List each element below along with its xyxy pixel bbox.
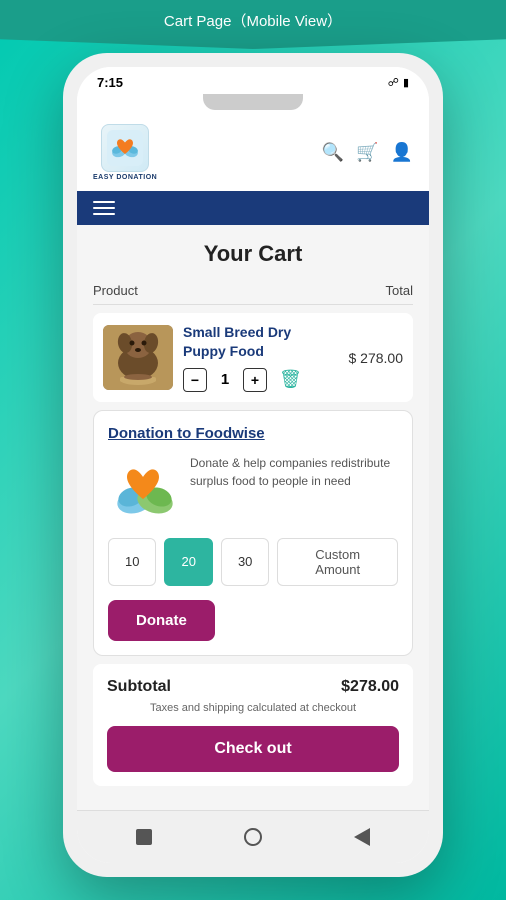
nav-home-button[interactable]: [239, 823, 267, 851]
product-name: Small Breed Dry Puppy Food: [183, 323, 339, 359]
brand-name: EASY DONATION: [93, 174, 157, 181]
donation-title: Donation to Foodwise: [108, 425, 398, 442]
custom-amount-button[interactable]: Custom Amount: [277, 538, 398, 586]
donation-card: Donation to Foodwise: [93, 410, 413, 656]
donate-button[interactable]: Donate: [108, 600, 215, 641]
phone-screen: 7:15 ☍ ▮: [77, 67, 429, 862]
product-image: [103, 325, 173, 390]
nav-bar: [77, 191, 429, 225]
hamburger-line-1: [93, 201, 115, 203]
product-details: Small Breed Dry Puppy Food − 1 + 🗑: [183, 323, 339, 391]
cart-item: Small Breed Dry Puppy Food − 1 + 🗑 $ 278…: [93, 313, 413, 401]
banner-text: Cart Page（Mobile View）: [164, 13, 342, 30]
qty-increase-button[interactable]: +: [243, 368, 267, 392]
page-title: Your Cart: [93, 225, 413, 277]
nav-back-button[interactable]: [130, 823, 158, 851]
subtotal-label: Subtotal: [107, 678, 171, 696]
amount-options: 10 20 30 Custom Amount: [108, 538, 398, 586]
amount-30-button[interactable]: 30: [221, 538, 269, 586]
battery-icon: ▮: [403, 76, 409, 89]
logo-icon: [107, 130, 143, 166]
status-time: 7:15: [97, 75, 123, 90]
logo-area: EASY DONATION: [93, 124, 157, 181]
hamburger-line-3: [93, 213, 115, 215]
donation-description: Donate & help companies redistribute sur…: [190, 454, 398, 490]
amount-20-button[interactable]: 20: [164, 538, 212, 586]
header-total: Total: [386, 283, 413, 298]
donation-info: Donate & help companies redistribute sur…: [108, 454, 398, 524]
hamburger-menu[interactable]: [93, 201, 115, 215]
bag-icon[interactable]: 🛒: [356, 142, 378, 163]
notch: [77, 94, 429, 114]
product-price: $ 278.00: [349, 350, 404, 366]
subtotal-row: Subtotal $278.00: [107, 678, 399, 696]
app-header: EASY DONATION 🔍 🛒 👤: [77, 114, 429, 191]
checkout-button[interactable]: Check out: [107, 726, 399, 772]
phone-frame: 7:15 ☍ ▮: [63, 53, 443, 876]
logo-box: [101, 124, 149, 172]
amount-10-button[interactable]: 10: [108, 538, 156, 586]
nav-triangle-icon: [354, 828, 370, 846]
subtotal-value: $278.00: [341, 678, 399, 696]
nav-circle-icon: [244, 828, 262, 846]
wifi-icon: ☍: [388, 76, 399, 89]
nav-recent-button[interactable]: [348, 823, 376, 851]
notch-pill: [203, 94, 303, 110]
qty-decrease-button[interactable]: −: [183, 368, 207, 392]
delete-icon[interactable]: 🗑: [279, 369, 302, 390]
nav-square-icon: [136, 829, 152, 845]
foodwise-logo-icon: [108, 454, 178, 524]
header-icons: 🔍 🛒 👤: [322, 142, 413, 163]
product-dog-image: [103, 325, 173, 390]
search-icon[interactable]: 🔍: [322, 142, 344, 163]
subtotal-section: Subtotal $278.00 Taxes and shipping calc…: [93, 664, 413, 786]
page-banner: Cart Page（Mobile View）: [0, 0, 506, 49]
cart-header: Product Total: [93, 277, 413, 305]
qty-value: 1: [215, 371, 235, 388]
hamburger-line-2: [93, 207, 115, 209]
status-icons: ☍ ▮: [388, 76, 409, 89]
quantity-control: − 1 + 🗑: [183, 368, 339, 392]
donation-logo: [108, 454, 178, 524]
status-bar: 7:15 ☍ ▮: [77, 67, 429, 94]
tax-note: Taxes and shipping calculated at checkou…: [107, 702, 399, 714]
page-content: Your Cart Product Total: [77, 225, 429, 809]
header-product: Product: [93, 283, 138, 298]
bottom-nav: [77, 810, 429, 863]
user-icon[interactable]: 👤: [391, 142, 413, 163]
